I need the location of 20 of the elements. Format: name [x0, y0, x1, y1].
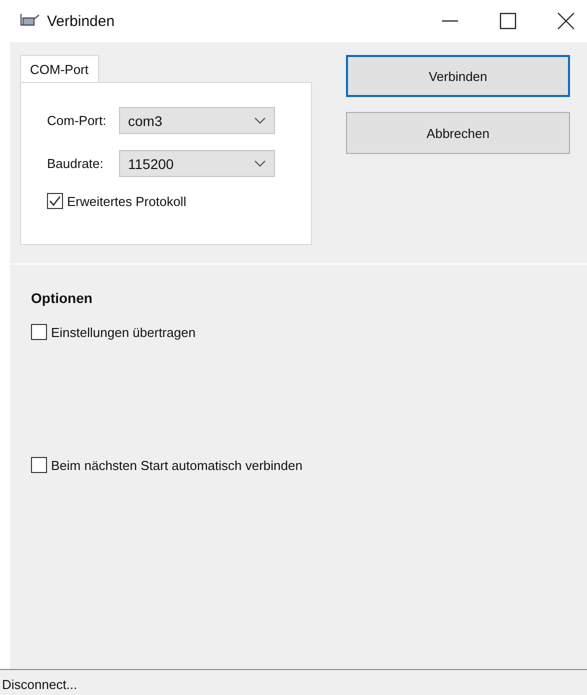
checkbox[interactable] [31, 457, 47, 473]
window-title: Verbinden [47, 12, 115, 30]
tab[interactable]: COM-Port [20, 55, 98, 83]
checkbox-label: Beim nächsten Start automatisch verbinden [51, 458, 302, 472]
connect-button[interactable]: Verbinden [346, 55, 570, 97]
cancel-button[interactable]: Abbrechen [346, 112, 570, 154]
field-label: Baudrate: [47, 156, 104, 171]
section-title: Optionen [31, 290, 94, 306]
close-icon[interactable] [557, 12, 575, 30]
maximize-icon[interactable] [499, 12, 517, 30]
checkbox-label: Einstellungen übertragen [51, 324, 196, 340]
dropdown[interactable]: com3 [119, 107, 275, 134]
dropdown[interactable]: 115200 [119, 150, 275, 177]
chevron-icon [254, 160, 266, 168]
chevron-icon [254, 116, 266, 124]
checkbox[interactable] [47, 193, 63, 209]
field-label: Com-Port: [47, 113, 108, 128]
checkbox-label: Erweitertes Protokoll [67, 194, 186, 208]
checkbox[interactable] [31, 324, 47, 340]
status-bar: Disconnect... [0, 669, 587, 695]
